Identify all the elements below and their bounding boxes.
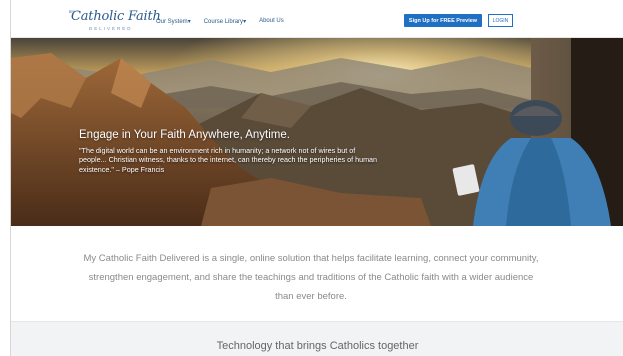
logo-subtitle: DELIVERED: [89, 26, 133, 31]
nav-our-system[interactable]: Our System▾: [156, 18, 191, 25]
intro-text: My Catholic Faith Delivered is a single,…: [83, 253, 539, 302]
logo-text: Catholic Faith: [71, 9, 161, 24]
hero-copy: Engage in Your Faith Anywhere, Anytime. …: [79, 129, 379, 174]
intro-section: My Catholic Faith Delivered is a single,…: [11, 226, 623, 321]
logo-prefix: my: [69, 10, 75, 15]
browser-page: my Catholic Faith DELIVERED Our System▾ …: [10, 0, 623, 356]
chevron-down-icon: ▾: [243, 19, 247, 25]
hero-quote: "The digital world can be an environment…: [79, 146, 378, 174]
hero-title: Engage in Your Faith Anywhere, Anytime.: [79, 129, 290, 141]
chevron-down-icon: ▾: [187, 19, 191, 25]
nav-label: Our System: [156, 19, 188, 25]
feature-band: Technology that brings Catholics togethe…: [11, 321, 623, 356]
nav-course-library[interactable]: Course Library▾: [204, 18, 246, 25]
login-button[interactable]: LOGIN: [488, 14, 513, 27]
nav-label: Course Library: [203, 19, 244, 25]
site-header: my Catholic Faith DELIVERED Our System▾ …: [11, 0, 623, 38]
main-nav: Our System▾ Course Library▾ About Us: [156, 18, 284, 25]
section-heading: Technology that brings Catholics togethe…: [216, 340, 419, 352]
nav-about-us[interactable]: About Us: [259, 18, 284, 25]
hero-banner: Engage in Your Faith Anywhere, Anytime. …: [11, 38, 623, 226]
site-logo[interactable]: my Catholic Faith DELIVERED: [69, 9, 161, 33]
signup-button[interactable]: Sign Up for FREE Preview: [404, 14, 482, 27]
nav-label: About Us: [259, 18, 284, 24]
